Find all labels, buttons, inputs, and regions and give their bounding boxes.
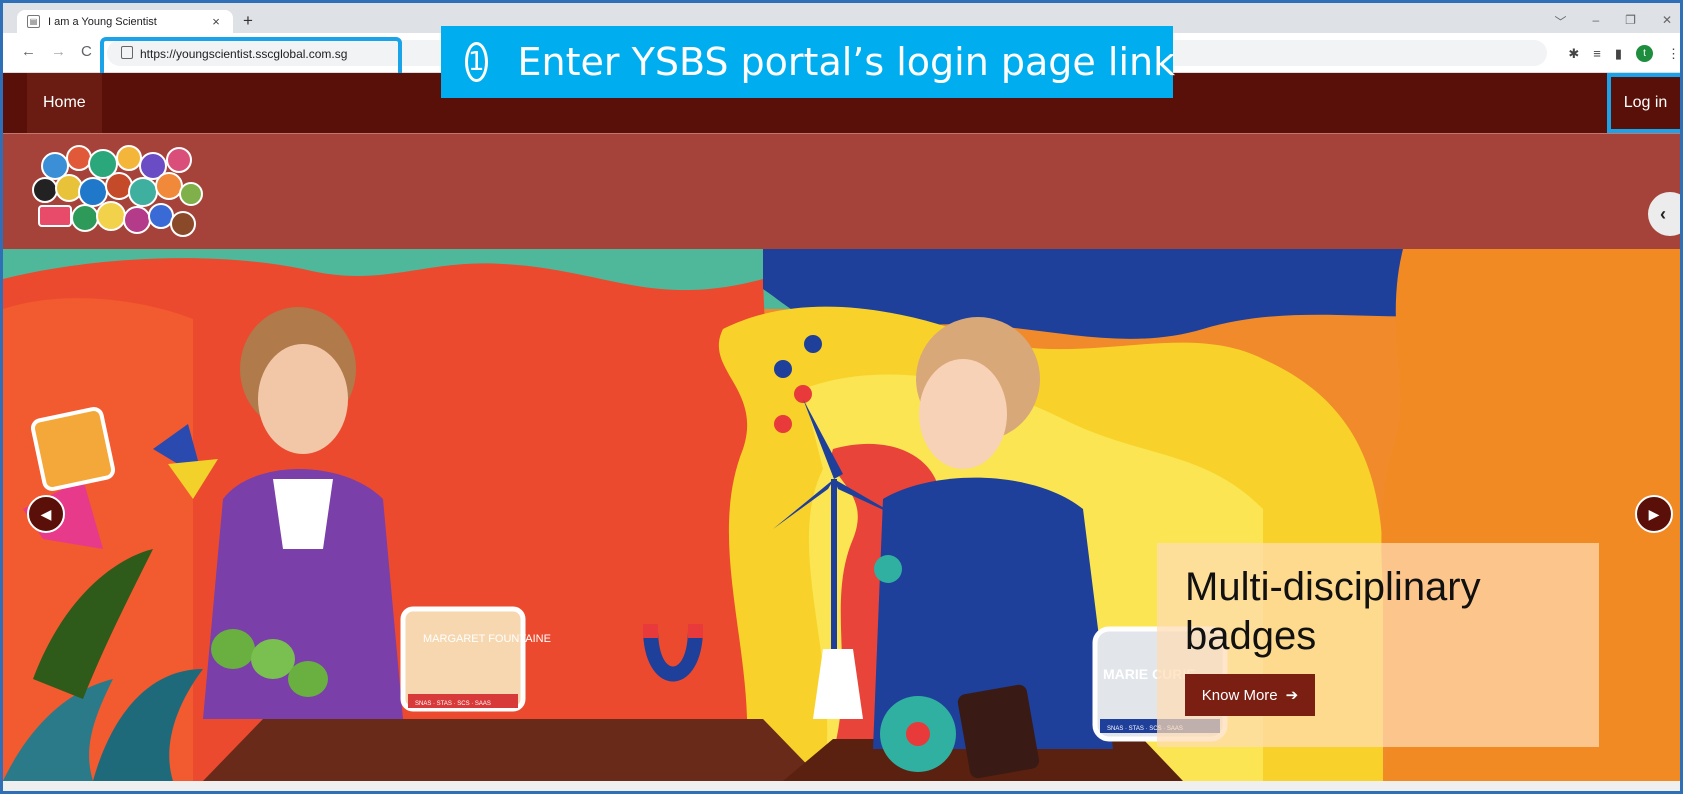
back-arrow-icon[interactable]: ← — [21, 44, 36, 60]
hero-carousel: MARGARET FOUNTAINE SNAS · STAS · SCS · S… — [3, 249, 1680, 781]
reload-icon[interactable]: C — [81, 44, 92, 60]
know-more-button[interactable]: Know More ➔ — [1185, 674, 1315, 716]
carousel-caption: Multi-disciplinary badges Know More ➔ — [1157, 543, 1599, 747]
instruction-callout: 1 Enter YSBS portal’s login page link — [441, 26, 1176, 98]
drawer-toggle-button[interactable]: ‹ — [1648, 192, 1680, 236]
caret-left-icon: ◀ — [40, 505, 52, 522]
caption-title: Multi-disciplinary badges — [1185, 565, 1481, 658]
chevron-left-icon: ‹ — [1660, 203, 1666, 224]
brand-header: ‹ — [3, 133, 1680, 249]
side-panel-icon[interactable]: ▮ — [1615, 46, 1622, 62]
step-number: 1 — [465, 42, 488, 82]
badge-margaret-label: MARGARET FOUNTAINE — [423, 633, 551, 645]
minimize-icon[interactable]: – — [1592, 13, 1599, 30]
close-window-icon[interactable]: ✕ — [1662, 13, 1672, 30]
nav-home-link[interactable]: Home — [27, 73, 102, 133]
new-tab-button[interactable]: + — [243, 12, 253, 30]
carousel-next-button[interactable]: ▶ — [1635, 495, 1673, 533]
menu-icon[interactable]: ⋮ — [1667, 46, 1680, 62]
profile-icon[interactable]: t — [1636, 45, 1653, 62]
toolbar-icons: ✱ ≡ ▮ t ⋮ — [1568, 45, 1680, 62]
site-favicon-icon: ▤ — [27, 15, 40, 28]
tab-title: I am a Young Scientist — [48, 15, 157, 28]
forward-arrow-icon[interactable]: → — [51, 44, 66, 60]
arrow-right-icon: ➔ — [1285, 687, 1299, 704]
screenshot-frame: ▤ I am a Young Scientist × + ﹀ – ❐ ✕ ← →… — [0, 0, 1683, 794]
restore-icon[interactable]: ❐ — [1625, 13, 1636, 30]
browser-tab[interactable]: ▤ I am a Young Scientist × — [17, 10, 233, 33]
tab-search-icon[interactable]: ﹀ — [1554, 13, 1566, 30]
know-more-label: Know More — [1201, 686, 1278, 704]
reading-list-icon[interactable]: ≡ — [1593, 46, 1601, 61]
badges-logo[interactable] — [29, 144, 205, 240]
tab-close-icon[interactable]: × — [209, 14, 223, 29]
page-bottom-strip — [3, 781, 1680, 791]
callout-text: Enter YSBS portal’s login page link — [517, 40, 1176, 84]
caret-right-icon: ▶ — [1648, 505, 1660, 522]
carousel-prev-button[interactable]: ◀ — [27, 495, 65, 533]
login-link[interactable]: Log in — [1607, 73, 1680, 133]
puzzle-icon[interactable]: ✱ — [1568, 46, 1579, 62]
window-controls: ﹀ – ❐ ✕ — [1554, 13, 1672, 30]
badge-margaret-sub: SNAS · STAS · SCS · SAAS — [415, 701, 491, 707]
